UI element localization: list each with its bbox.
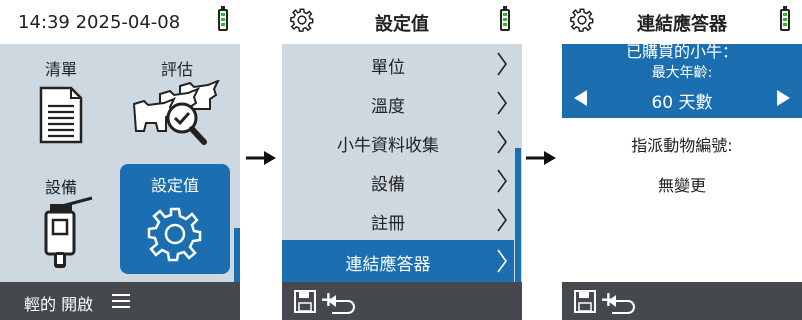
chevron-right-icon [497,249,507,273]
menu-item-label: 設備 [371,175,405,195]
page-title: 設定值 [375,14,429,35]
field-label: 指派動物編號: [631,136,733,155]
tile-list-label: 清單 [44,60,77,79]
flow-arrow-icon [246,151,276,165]
gear-icon [147,207,202,262]
menu-item-units[interactable]: 單位 [282,44,514,83]
tile-device[interactable]: 設備 [6,166,116,276]
plus-symbol: + [600,287,617,311]
menu-item-label: 溫度 [371,97,405,117]
status-time: 14:39 2025-04-08 [18,12,181,33]
home-grid: 清單 評估 設備 設定值 [0,44,240,320]
tile-assessment-label: 評估 [160,60,193,79]
handheld-device-icon [44,196,93,268]
menu-item-temperature[interactable]: 溫度 [282,83,514,122]
gear-icon [290,8,314,32]
footer-bar: + [282,282,522,320]
age-value: 60 天數 [651,93,713,113]
tile-settings[interactable]: 設定值 [120,164,230,274]
menu-item-link-transponder[interactable]: 連結應答器 [282,240,514,282]
status-bar: 14:39 2025-04-08 [0,0,240,44]
header-bar: 設定值 [282,0,522,44]
cattle-magnifier-icon [132,80,220,145]
tile-settings-label: 設定值 [150,176,199,195]
menu-item-registration[interactable]: 註冊 [282,200,514,239]
battery-icon [780,6,790,31]
plus-symbol: + [320,287,337,311]
document-list-icon [39,86,83,144]
page-title: 連結應答器 [637,14,727,35]
chevron-right-icon [497,169,507,193]
tile-list[interactable]: 清單 [6,48,116,158]
content-area: 指派動物編號: 無變更 [562,118,802,282]
footer-light-label[interactable]: 輕的 開啟 [24,291,93,315]
age-selector: 已購買的小牛： 最大年齡: 60 天數 [562,42,802,118]
battery-icon [500,6,510,31]
menu-item-label: 註冊 [371,214,405,234]
battery-icon [218,6,228,31]
field-value[interactable]: 無變更 [562,172,802,196]
banner-line2: 最大年齡: [651,65,713,81]
link-transponder-screen: 連結應答器 已購買的小牛： 最大年齡: 60 天數 指派動物編號: 無變更 + [562,0,802,320]
chevron-right-icon [497,91,507,115]
menu-item-calf-data[interactable]: 小牛資料收集 [282,122,514,161]
menu-item-label: 單位 [371,58,405,78]
banner-line1: 已購買的小牛： [625,42,738,61]
chevron-right-icon [497,52,507,76]
chevron-right-icon [497,130,507,154]
hamburger-menu-icon[interactable] [112,294,130,308]
menu-item-device[interactable]: 設備 [282,161,514,200]
footer-bar: + [562,282,802,320]
tile-assessment[interactable]: 評估 [122,48,232,158]
settings-list: 單位 溫度 小牛資料收集 設備 註冊 連結應答器 [282,44,522,320]
flow-arrow-icon [526,151,556,165]
menu-item-label: 連結應答器 [345,255,431,275]
gear-icon [570,8,594,32]
settings-screen: 設定值 單位 溫度 小牛資料收集 設備 註冊 連結應答器 + [282,0,522,320]
chevron-right-icon [497,208,507,232]
arrow-right-icon[interactable] [777,90,790,106]
footer-bar: 輕的 開啟 [0,282,240,320]
home-screen: 14:39 2025-04-08 清單 評估 設備 設定值 輕的 開啟 [0,0,240,320]
menu-item-label: 小牛資料收集 [337,136,439,156]
